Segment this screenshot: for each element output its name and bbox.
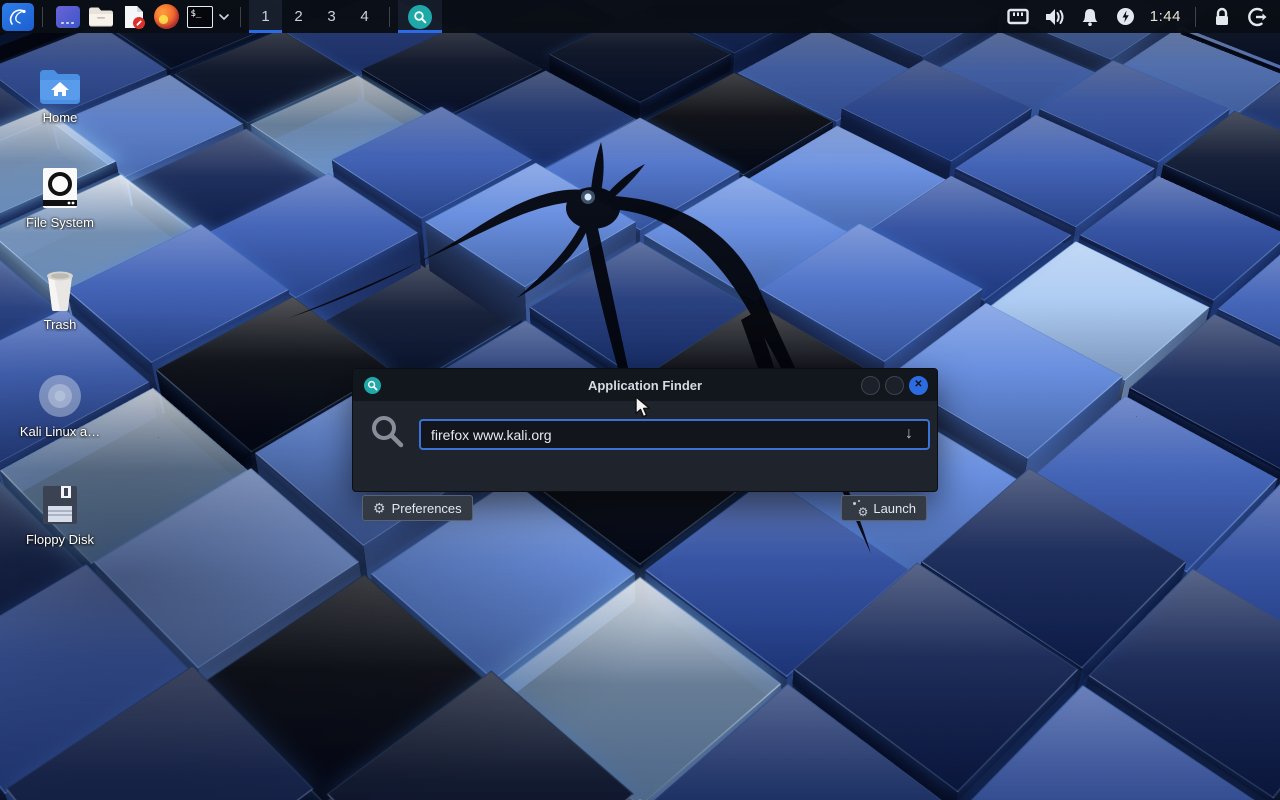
text-editor-icon (121, 4, 147, 30)
workspace-label: 3 (327, 8, 335, 25)
launcher-file-manager[interactable] (84, 0, 117, 33)
taskbar-application-finder[interactable] (398, 0, 442, 33)
workspace-1[interactable]: 1 (249, 0, 282, 33)
network-tray-button[interactable] (1000, 0, 1036, 33)
drive-icon (8, 163, 112, 209)
panel-separator (389, 7, 390, 27)
launcher-show-desktop[interactable] (51, 0, 84, 33)
minimize-button[interactable] (861, 376, 880, 395)
mouse-cursor (635, 396, 653, 420)
chevron-down-icon (219, 14, 229, 20)
gear-icon: ⚙ (373, 501, 386, 515)
launcher-text-editor[interactable] (117, 0, 150, 33)
search-input[interactable] (419, 419, 930, 450)
desktop-icon-filesystem[interactable]: File System (8, 163, 112, 230)
notifications-icon (1080, 7, 1100, 27)
volume-tray-button[interactable] (1036, 0, 1072, 33)
system-tray: 1:44 (1000, 0, 1280, 33)
top-panel: $_ 1 2 3 4 (0, 0, 1280, 33)
desktop-icon-label: File System (8, 215, 112, 230)
notifications-tray-button[interactable] (1072, 0, 1108, 33)
maximize-button[interactable] (885, 376, 904, 395)
clock[interactable]: 1:44 (1144, 8, 1187, 25)
trash-icon (8, 265, 112, 311)
panel-separator (42, 7, 43, 27)
preferences-button[interactable]: ⚙ Preferences (362, 495, 473, 521)
launcher-terminal[interactable]: $_ (183, 0, 216, 33)
workspace-3[interactable]: 3 (315, 0, 348, 33)
desktop-icon-home[interactable]: Home (8, 58, 112, 125)
power-tray-button[interactable] (1108, 0, 1144, 33)
desktop-root: Home File System Trash (0, 0, 1280, 800)
workspace-switcher: 1 2 3 4 (249, 0, 381, 33)
workspace-4[interactable]: 4 (348, 0, 381, 33)
lock-screen-button[interactable] (1204, 0, 1240, 33)
launch-button[interactable]: ⚙ Launch (841, 495, 927, 521)
launcher-dropdown-button[interactable] (216, 0, 232, 33)
panel-separator (1195, 7, 1196, 27)
application-finder-icon (364, 377, 381, 394)
workspace-label: 1 (261, 8, 269, 25)
kali-menu-icon (7, 7, 29, 27)
logout-button[interactable] (1240, 0, 1276, 33)
show-desktop-icon (55, 5, 81, 29)
volume-icon (1043, 7, 1065, 27)
desktop-icon-kali-cd[interactable]: Kali Linux a… (8, 372, 112, 439)
power-icon (1116, 7, 1135, 26)
kali-dragon-logo (255, 112, 915, 582)
disc-icon (8, 372, 112, 418)
workspace-label: 4 (360, 8, 368, 25)
desktop-icon-label: Floppy Disk (8, 532, 112, 547)
close-button[interactable]: ✕ (909, 376, 928, 395)
firefox-icon (154, 4, 179, 29)
workspace-2[interactable]: 2 (282, 0, 315, 33)
logout-icon (1248, 7, 1268, 27)
desktop-icon-label: Home (8, 110, 112, 125)
preferences-label: Preferences (392, 501, 462, 516)
window-title: Application Finder (353, 378, 937, 393)
desktop-icon-label: Trash (8, 317, 112, 332)
network-icon (1007, 8, 1029, 26)
application-finder-window: Application Finder ✕ ↓ ⚙ Preferences ⚙ L (352, 368, 938, 492)
workspace-label: 2 (294, 8, 302, 25)
home-folder-icon (8, 58, 112, 104)
applications-menu-button[interactable] (2, 3, 34, 31)
launch-label: Launch (873, 501, 916, 516)
launch-gear-icon: ⚙ (852, 501, 867, 516)
floppy-icon (8, 480, 112, 526)
file-manager-icon (87, 5, 115, 29)
desktop-icon-label: Kali Linux a… (8, 424, 112, 439)
application-finder-icon (408, 5, 432, 29)
search-icon (370, 414, 406, 455)
terminal-icon: $_ (187, 6, 213, 28)
panel-separator (240, 7, 241, 27)
desktop-icon-trash[interactable]: Trash (8, 265, 112, 332)
lock-icon (1213, 7, 1231, 27)
desktop-icon-floppy[interactable]: Floppy Disk (8, 480, 112, 547)
launcher-firefox[interactable] (150, 0, 183, 33)
